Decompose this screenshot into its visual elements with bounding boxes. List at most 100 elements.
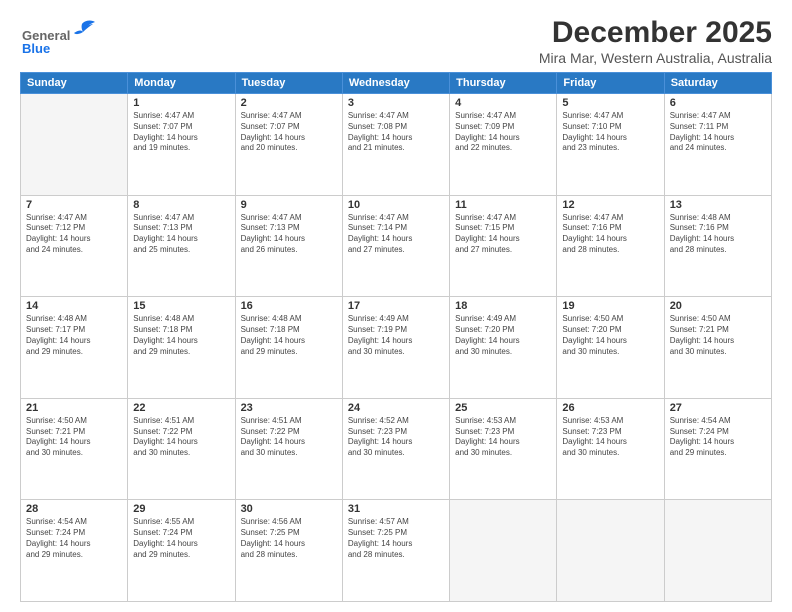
day-number: 15 bbox=[133, 300, 229, 312]
day-number: 7 bbox=[26, 199, 122, 211]
day-number: 10 bbox=[348, 199, 444, 211]
calendar-cell: 30Sunrise: 4:56 AM Sunset: 7:25 PM Dayli… bbox=[235, 500, 342, 602]
day-number: 28 bbox=[26, 503, 122, 515]
logo: General Blue bbox=[20, 16, 110, 54]
day-info: Sunrise: 4:47 AM Sunset: 7:15 PM Dayligh… bbox=[455, 213, 551, 256]
calendar-cell: 1 Sunrise: 4:47 AM Sunset: 7:07 PM Daylig… bbox=[128, 94, 235, 196]
day-number: 24 bbox=[348, 402, 444, 414]
calendar-header-row: SundayMondayTuesdayWednesdayThursdayFrid… bbox=[21, 73, 772, 94]
subtitle: Mira Mar, Western Australia, Australia bbox=[539, 50, 772, 66]
main-title: December 2025 bbox=[539, 16, 772, 50]
calendar-cell: 28 Sunrise: 4:54 AM Sunset: 7:24 PM Dayli… bbox=[21, 500, 128, 602]
calendar-cell bbox=[21, 94, 128, 196]
day-number: 11 bbox=[455, 199, 551, 211]
calendar-cell: 29Sunrise: 4:55 AM Sunset: 7:24 PM Dayli… bbox=[128, 500, 235, 602]
page: General Blue December 2025 Mira Mar, Wes… bbox=[0, 0, 792, 612]
day-number: 4 bbox=[455, 97, 551, 109]
day-number: 18 bbox=[455, 300, 551, 312]
calendar-cell: 31Sunrise: 4:57 AM Sunset: 7:25 PM Dayli… bbox=[342, 500, 449, 602]
day-info: Sunrise: 4:47 AM Sunset: 7:10 PM Dayligh… bbox=[562, 111, 658, 154]
day-number: 22 bbox=[133, 402, 229, 414]
calendar-cell: 20 Sunrise: 4:50 AM Sunset: 7:21 PM Dayli… bbox=[664, 297, 771, 399]
calendar-cell: 15 Sunrise: 4:48 AM Sunset: 7:18 PM Dayli… bbox=[128, 297, 235, 399]
day-info: Sunrise: 4:47 AM Sunset: 7:07 PM Dayligh… bbox=[241, 111, 337, 154]
col-header-friday: Friday bbox=[557, 73, 664, 94]
day-info: Sunrise: 4:50 AM Sunset: 7:21 PM Dayligh… bbox=[26, 416, 122, 459]
calendar-cell: 8 Sunrise: 4:47 AM Sunset: 7:13 PM Daylig… bbox=[128, 195, 235, 297]
header: General Blue December 2025 Mira Mar, Wes… bbox=[20, 16, 772, 66]
day-info: Sunrise: 4:48 AM Sunset: 7:18 PM Dayligh… bbox=[133, 314, 229, 357]
col-header-sunday: Sunday bbox=[21, 73, 128, 94]
day-info: Sunrise: 4:50 AM Sunset: 7:20 PM Dayligh… bbox=[562, 314, 658, 357]
day-info: Sunrise: 4:48 AM Sunset: 7:18 PM Dayligh… bbox=[241, 314, 337, 357]
calendar-cell: 26 Sunrise: 4:53 AM Sunset: 7:23 PM Dayli… bbox=[557, 398, 664, 500]
day-number: 21 bbox=[26, 402, 122, 414]
calendar-cell: 4 Sunrise: 4:47 AM Sunset: 7:09 PM Daylig… bbox=[450, 94, 557, 196]
col-header-saturday: Saturday bbox=[664, 73, 771, 94]
calendar-cell: 27Sunrise: 4:54 AM Sunset: 7:24 PM Dayli… bbox=[664, 398, 771, 500]
calendar-cell bbox=[664, 500, 771, 602]
day-number: 5 bbox=[562, 97, 658, 109]
day-number: 26 bbox=[562, 402, 658, 414]
day-info: Sunrise: 4:47 AM Sunset: 7:07 PM Dayligh… bbox=[133, 111, 229, 154]
calendar-cell: 24 Sunrise: 4:52 AM Sunset: 7:23 PM Dayli… bbox=[342, 398, 449, 500]
calendar-cell: 10 Sunrise: 4:47 AM Sunset: 7:14 PM Dayli… bbox=[342, 195, 449, 297]
calendar-cell: 6 Sunrise: 4:47 AM Sunset: 7:11 PM Daylig… bbox=[664, 94, 771, 196]
day-info: Sunrise: 4:49 AM Sunset: 7:20 PM Dayligh… bbox=[455, 314, 551, 357]
calendar-cell: 3 Sunrise: 4:47 AM Sunset: 7:08 PM Daylig… bbox=[342, 94, 449, 196]
col-header-monday: Monday bbox=[128, 73, 235, 94]
calendar-cell: 17Sunrise: 4:49 AM Sunset: 7:19 PM Dayli… bbox=[342, 297, 449, 399]
day-number: 1 bbox=[133, 97, 229, 109]
day-info: Sunrise: 4:47 AM Sunset: 7:13 PM Dayligh… bbox=[241, 213, 337, 256]
day-number: 23 bbox=[241, 402, 337, 414]
day-info: Sunrise: 4:48 AM Sunset: 7:16 PM Dayligh… bbox=[670, 213, 766, 256]
day-info: Sunrise: 4:56 AM Sunset: 7:25 PM Dayligh… bbox=[241, 517, 337, 560]
day-info: Sunrise: 4:50 AM Sunset: 7:21 PM Dayligh… bbox=[670, 314, 766, 357]
day-info: Sunrise: 4:47 AM Sunset: 7:16 PM Dayligh… bbox=[562, 213, 658, 256]
calendar-cell: 23 Sunrise: 4:51 AM Sunset: 7:22 PM Dayli… bbox=[235, 398, 342, 500]
calendar-cell: 5 Sunrise: 4:47 AM Sunset: 7:10 PM Daylig… bbox=[557, 94, 664, 196]
day-info: Sunrise: 4:47 AM Sunset: 7:14 PM Dayligh… bbox=[348, 213, 444, 256]
week-row-1: 1 Sunrise: 4:47 AM Sunset: 7:07 PM Daylig… bbox=[21, 94, 772, 196]
week-row-5: 28 Sunrise: 4:54 AM Sunset: 7:24 PM Dayli… bbox=[21, 500, 772, 602]
day-number: 12 bbox=[562, 199, 658, 211]
day-number: 9 bbox=[241, 199, 337, 211]
day-number: 6 bbox=[670, 97, 766, 109]
day-info: Sunrise: 4:47 AM Sunset: 7:11 PM Dayligh… bbox=[670, 111, 766, 154]
col-header-thursday: Thursday bbox=[450, 73, 557, 94]
calendar-cell: 21 Sunrise: 4:50 AM Sunset: 7:21 PM Dayli… bbox=[21, 398, 128, 500]
day-number: 31 bbox=[348, 503, 444, 515]
day-info: Sunrise: 4:47 AM Sunset: 7:09 PM Dayligh… bbox=[455, 111, 551, 154]
day-number: 8 bbox=[133, 199, 229, 211]
svg-text:Blue: Blue bbox=[22, 41, 50, 54]
day-number: 3 bbox=[348, 97, 444, 109]
day-info: Sunrise: 4:53 AM Sunset: 7:23 PM Dayligh… bbox=[455, 416, 551, 459]
calendar-cell: 16Sunrise: 4:48 AM Sunset: 7:18 PM Dayli… bbox=[235, 297, 342, 399]
day-number: 19 bbox=[562, 300, 658, 312]
calendar-cell: 7 Sunrise: 4:47 AM Sunset: 7:12 PM Daylig… bbox=[21, 195, 128, 297]
calendar-cell: 14Sunrise: 4:48 AM Sunset: 7:17 PM Dayli… bbox=[21, 297, 128, 399]
calendar-cell: 12 Sunrise: 4:47 AM Sunset: 7:16 PM Dayli… bbox=[557, 195, 664, 297]
week-row-2: 7 Sunrise: 4:47 AM Sunset: 7:12 PM Daylig… bbox=[21, 195, 772, 297]
day-info: Sunrise: 4:54 AM Sunset: 7:24 PM Dayligh… bbox=[26, 517, 122, 560]
day-number: 2 bbox=[241, 97, 337, 109]
day-number: 25 bbox=[455, 402, 551, 414]
day-info: Sunrise: 4:47 AM Sunset: 7:12 PM Dayligh… bbox=[26, 213, 122, 256]
col-header-wednesday: Wednesday bbox=[342, 73, 449, 94]
calendar-cell: 9 Sunrise: 4:47 AM Sunset: 7:13 PM Daylig… bbox=[235, 195, 342, 297]
day-number: 20 bbox=[670, 300, 766, 312]
day-info: Sunrise: 4:47 AM Sunset: 7:13 PM Dayligh… bbox=[133, 213, 229, 256]
day-number: 29 bbox=[133, 503, 229, 515]
week-row-4: 21 Sunrise: 4:50 AM Sunset: 7:21 PM Dayli… bbox=[21, 398, 772, 500]
day-info: Sunrise: 4:52 AM Sunset: 7:23 PM Dayligh… bbox=[348, 416, 444, 459]
calendar-cell: 25 Sunrise: 4:53 AM Sunset: 7:23 PM Dayli… bbox=[450, 398, 557, 500]
col-header-tuesday: Tuesday bbox=[235, 73, 342, 94]
day-info: Sunrise: 4:54 AM Sunset: 7:24 PM Dayligh… bbox=[670, 416, 766, 459]
day-number: 14 bbox=[26, 300, 122, 312]
calendar-table: SundayMondayTuesdayWednesdayThursdayFrid… bbox=[20, 72, 772, 602]
day-info: Sunrise: 4:53 AM Sunset: 7:23 PM Dayligh… bbox=[562, 416, 658, 459]
day-info: Sunrise: 4:47 AM Sunset: 7:08 PM Dayligh… bbox=[348, 111, 444, 154]
calendar-cell bbox=[557, 500, 664, 602]
day-info: Sunrise: 4:51 AM Sunset: 7:22 PM Dayligh… bbox=[241, 416, 337, 459]
calendar-cell: 11 Sunrise: 4:47 AM Sunset: 7:15 PM Dayli… bbox=[450, 195, 557, 297]
